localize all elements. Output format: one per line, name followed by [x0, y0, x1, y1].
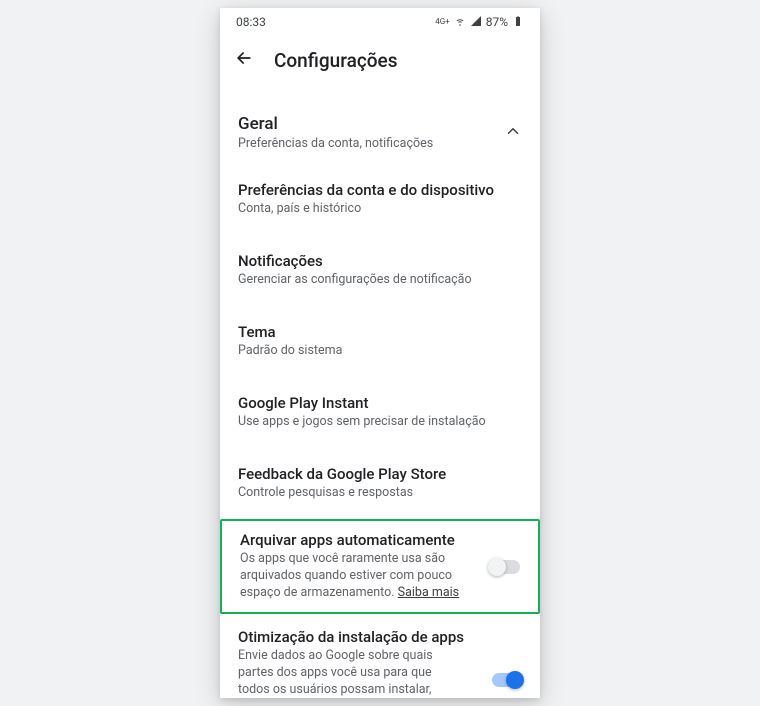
section-geral-text: Geral Preferências da conta, notificaçõe… [238, 114, 433, 151]
wifi-icon [454, 15, 466, 30]
spacer [220, 372, 540, 382]
item-account-subtitle: Conta, país e histórico [238, 201, 522, 218]
spacer [220, 443, 540, 453]
item-archive-subtitle: Os apps que você raramente usa são arqui… [240, 551, 460, 602]
arrow-left-icon [234, 48, 254, 72]
item-feedback-subtitle: Controle pesquisas e respostas [238, 485, 522, 502]
section-geral[interactable]: Geral Preferências da conta, notificaçõe… [220, 98, 540, 159]
item-archive-text: Arquivar apps automaticamente Os apps qu… [240, 531, 480, 602]
item-notifications[interactable]: Notificações Gerenciar as configurações … [220, 240, 540, 301]
status-time: 08:33 [236, 15, 266, 29]
item-feedback[interactable]: Feedback da Google Play Store Controle p… [220, 453, 540, 514]
back-button[interactable] [232, 48, 256, 72]
phone-frame: 08:33 4G+ 87% Configurações Geral P [220, 8, 540, 698]
page-title: Configurações [274, 49, 397, 72]
item-instant[interactable]: Google Play Instant Use apps e jogos sem… [220, 382, 540, 443]
item-optimize-title: Otimização da instalação de apps [238, 628, 482, 646]
toggle-knob [488, 558, 506, 576]
item-account-prefs[interactable]: Preferências da conta e do dispositivo C… [220, 169, 540, 230]
item-optimize-text: Otimização da instalação de apps Envie d… [238, 628, 482, 698]
item-notifications-title: Notificações [238, 252, 522, 270]
item-optimize[interactable]: Otimização da instalação de apps Envie d… [220, 614, 540, 698]
item-notifications-subtitle: Gerenciar as configurações de notificaçã… [238, 272, 522, 289]
battery-icon [512, 15, 524, 30]
learn-more-link[interactable]: Saiba mais [398, 585, 459, 600]
archive-toggle[interactable] [490, 560, 520, 574]
item-optimize-desc: Envie dados ao Google sobre quais partes… [238, 648, 434, 698]
battery-text: 87% [486, 15, 508, 29]
status-bar: 08:33 4G+ 87% [220, 8, 540, 36]
signal-icon [470, 15, 482, 30]
spacer [220, 159, 540, 169]
item-theme[interactable]: Tema Padrão do sistema [220, 311, 540, 372]
item-feedback-title: Feedback da Google Play Store [238, 465, 522, 483]
item-instant-subtitle: Use apps e jogos sem precisar de instala… [238, 414, 522, 431]
section-geral-subtitle: Preferências da conta, notificações [238, 136, 433, 151]
highlight-box: Arquivar apps automaticamente Os apps qu… [220, 519, 540, 614]
network-type-icon: 4G+ [435, 18, 449, 26]
item-theme-subtitle: Padrão do sistema [238, 343, 522, 360]
item-optimize-subtitle: Envie dados ao Google sobre quais partes… [238, 648, 458, 698]
item-archive[interactable]: Arquivar apps automaticamente Os apps qu… [222, 521, 538, 612]
spacer [220, 230, 540, 240]
optimize-toggle[interactable] [492, 673, 522, 687]
item-archive-title: Arquivar apps automaticamente [240, 531, 480, 549]
item-theme-title: Tema [238, 323, 522, 341]
toggle-knob [506, 671, 524, 689]
app-bar: Configurações [220, 36, 540, 84]
chevron-up-icon [504, 122, 522, 144]
section-geral-title: Geral [238, 114, 433, 134]
item-account-title: Preferências da conta e do dispositivo [238, 181, 522, 199]
item-instant-title: Google Play Instant [238, 394, 522, 412]
status-right: 4G+ 87% [435, 15, 524, 30]
spacer [220, 301, 540, 311]
